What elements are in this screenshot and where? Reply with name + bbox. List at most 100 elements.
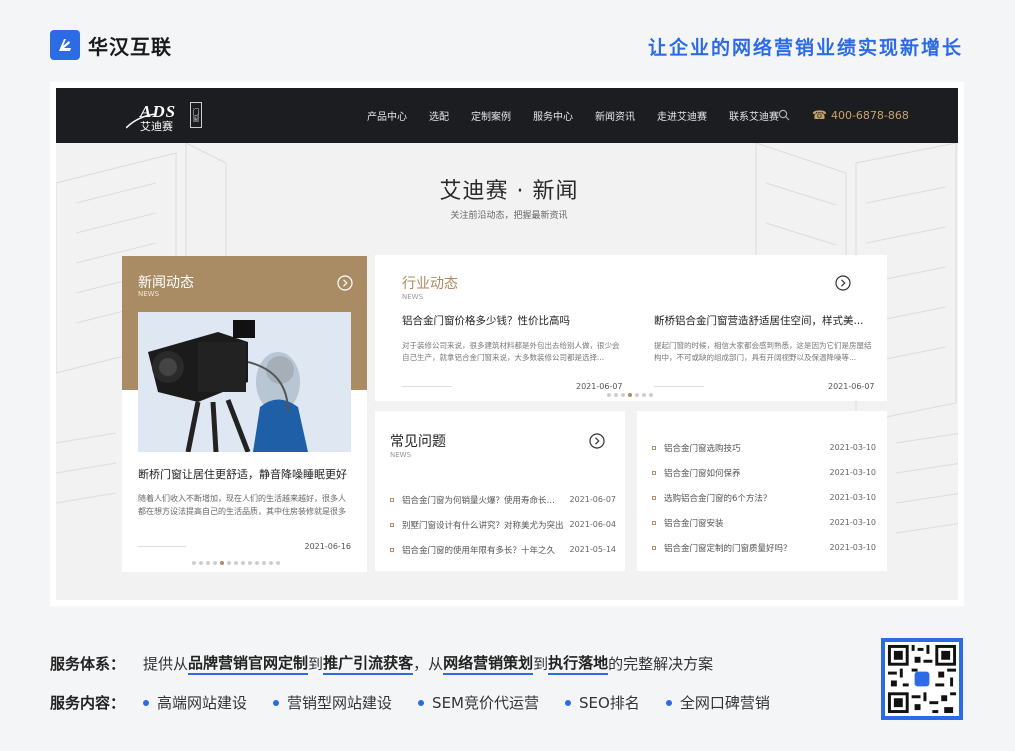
pagination-dot[interactable] [206, 561, 210, 565]
pagination-dot[interactable] [234, 561, 238, 565]
pagination-dot[interactable] [227, 561, 231, 565]
faq-card-title: 常见问题 [390, 434, 446, 450]
list-item[interactable]: 铝合金门窗为何销量火爆？使用寿命长就是王... 2021-06-07 [390, 487, 616, 512]
list-item[interactable]: 别墅门窗设计有什么讲究？对称美尤为突出 2021-06-04 [390, 512, 616, 537]
list-item-text: 铝合金门窗如何保养 [664, 468, 741, 479]
nav-item-contact[interactable]: 联系艾迪赛 [729, 108, 779, 123]
qr-code-icon [885, 642, 959, 716]
nav-item-options[interactable]: 选配 [429, 108, 449, 123]
tips-card: 铝合金门窗选购技巧 2021-03-10 铝合金门窗如何保养 2021-03-1… [637, 411, 887, 571]
pagination-dot[interactable] [642, 393, 646, 397]
bullet-dot-icon [665, 699, 672, 706]
service-item-label: SEO排名 [579, 694, 640, 712]
pagination-dot[interactable] [255, 561, 259, 565]
pagination-dot[interactable] [199, 561, 203, 565]
pagination-dot[interactable] [276, 561, 280, 565]
pagination-dot[interactable] [192, 561, 196, 565]
news-card-title: 新闻动态 [138, 275, 194, 291]
faq-card[interactable]: 常见问题 NEWS 铝合金门窗为何销量火爆？使用寿命长就是王... 2021-0… [375, 411, 625, 571]
news-excerpt: 随着人们收入不断增加，现在人们的生活越来越好，很多人都在想方设法提高自己的生活品… [138, 494, 346, 516]
list-item-text: 铝合金门窗安装 [664, 518, 724, 529]
service-highlight: 推广引流获客 [323, 652, 414, 675]
bullet-dot-icon [273, 699, 280, 706]
pagination-dot[interactable] [607, 393, 611, 397]
brand-name: 华汉互联 [88, 34, 172, 59]
pagination-dot[interactable] [649, 393, 653, 397]
pagination-dot[interactable] [248, 561, 252, 565]
website-preview: ADS 艾迪赛 门窗 产品中心 选配 定制案例 服务中心 新闻资讯 走进艾迪赛 … [50, 82, 964, 606]
news-headline[interactable]: 断桥门窗让居住更舒适，静音降噪睡眠更好 [138, 466, 352, 482]
news-divider [138, 546, 186, 547]
nav-item-products[interactable]: 产品中心 [367, 108, 407, 123]
news-date: 2021-06-16 [304, 542, 352, 551]
list-item[interactable]: 铝合金门窗定制的门窗质量好吗？ 2021-03-10 [652, 535, 876, 560]
list-item-date: 2021-03-10 [829, 468, 877, 477]
industry-card-subtitle: NEWS [402, 293, 424, 301]
bullet-dot-icon [418, 699, 425, 706]
pagination-dot[interactable] [220, 561, 224, 565]
nav-item-news[interactable]: 新闻资讯 [595, 108, 635, 123]
list-item[interactable]: 铝合金门窗的使用年限有多长？十年之久 2021-05-14 [390, 537, 616, 562]
news-camera-image[interactable] [138, 312, 351, 452]
service-content-row: 服务内容： 高端网站建设 营销型网站建设 SEM竞价代运营 SEO排名 全网口碑… [50, 692, 796, 713]
industry-article-text: 对于装修公司来说，很多建筑材料都是外包出去给别人做，很少会自己生产，就拿铝合金门… [402, 341, 620, 362]
service-highlight: 网络营销策划 [443, 652, 534, 675]
service-text: ，从 [413, 655, 444, 673]
list-item[interactable]: 铝合金门窗安装 2021-03-10 [652, 510, 876, 535]
nav-item-about[interactable]: 走进艾迪赛 [657, 108, 707, 123]
brand-logo[interactable]: 华汉互联 [50, 30, 172, 60]
news-pagination[interactable] [192, 561, 283, 565]
industry-article-date: 2021-06-07 [828, 382, 875, 391]
list-item[interactable]: 选购铝合金门窗的6个方法？ 2021-03-10 [652, 485, 876, 510]
nav-item-service[interactable]: 服务中心 [533, 108, 573, 123]
list-item-date: 2021-03-10 [829, 493, 877, 502]
phone-icon: ☎ [812, 108, 827, 122]
pagination-dot[interactable] [621, 393, 625, 397]
industry-divider [402, 386, 452, 387]
qr-code[interactable] [881, 638, 963, 720]
industry-article[interactable]: 断桥铝合金门窗营造舒适居住空间，样式美... 提起门窗的时候，相信大家都会感到熟… [654, 313, 872, 364]
bullet-dot-icon [565, 699, 571, 706]
list-item-text: 铝合金门窗定制的门窗质量好吗？ [664, 543, 792, 554]
tips-list: 铝合金门窗选购技巧 2021-03-10 铝合金门窗如何保养 2021-03-1… [652, 435, 876, 560]
nav-item-cases[interactable]: 定制案例 [471, 108, 511, 123]
pagination-dot[interactable] [614, 393, 618, 397]
pagination-dot[interactable] [269, 561, 273, 565]
industry-pagination[interactable] [607, 393, 656, 397]
arrow-right-circle-icon[interactable] [337, 275, 353, 291]
list-item-text: 铝合金门窗的使用年限有多长？十年之久 [402, 545, 556, 556]
service-highlight: 品牌营销官网定制 [188, 652, 309, 675]
industry-article[interactable]: 铝合金门窗价格多少钱？性价比高吗 对于装修公司来说，很多建筑材料都是外包出去给别… [402, 313, 620, 364]
search-icon[interactable] [778, 109, 790, 121]
service-text: 到 [308, 655, 324, 673]
list-item[interactable]: 铝合金门窗选购技巧 2021-03-10 [652, 435, 876, 460]
list-item-text: 选购铝合金门窗的6个方法？ [664, 493, 772, 504]
bullet-icon [652, 495, 656, 500]
pagination-dot[interactable] [262, 561, 266, 565]
service-item-label: 营销型网站建设 [287, 694, 393, 712]
news-card[interactable]: 新闻动态 NEWS 断桥门窗让居住更舒适，静音降噪睡眠更好 随着人们收入不断增加… [122, 256, 367, 572]
industry-article-title[interactable]: 断桥铝合金门窗营造舒适居住空间，样式美... [654, 313, 872, 328]
arrow-right-circle-icon[interactable] [589, 433, 605, 449]
industry-card-title: 行业动态 [402, 276, 458, 292]
brand-logo-icon [50, 30, 80, 60]
service-item: 营销型网站建设 [273, 692, 392, 713]
list-item-date: 2021-06-07 [569, 495, 617, 504]
arrow-right-circle-icon[interactable] [835, 275, 851, 291]
brand-slogan: 让企业的网络营销业绩实现新增长 [647, 37, 963, 59]
pagination-dot[interactable] [213, 561, 217, 565]
list-item[interactable]: 铝合金门窗如何保养 2021-03-10 [652, 460, 876, 485]
pagination-dot[interactable] [628, 393, 632, 397]
service-text: 的完整解决方案 [608, 655, 714, 673]
faq-card-subtitle: NEWS [390, 451, 412, 459]
site-phone[interactable]: ☎ 400-6878-868 [812, 108, 909, 122]
pagination-dot[interactable] [635, 393, 639, 397]
service-item: SEM竞价代运营 [418, 692, 539, 713]
service-item: 全网口碑营销 [665, 692, 770, 713]
site-navbar: ADS 艾迪赛 门窗 产品中心 选配 定制案例 服务中心 新闻资讯 走进艾迪赛 … [56, 88, 958, 143]
service-item-label: SEM竞价代运营 [432, 694, 539, 712]
industry-card[interactable]: 行业动态 NEWS 铝合金门窗价格多少钱？性价比高吗 对于装修公司来说，很多建筑… [375, 255, 887, 401]
service-item: 高端网站建设 [143, 692, 247, 713]
pagination-dot[interactable] [241, 561, 245, 565]
industry-article-title[interactable]: 铝合金门窗价格多少钱？性价比高吗 [402, 313, 620, 328]
